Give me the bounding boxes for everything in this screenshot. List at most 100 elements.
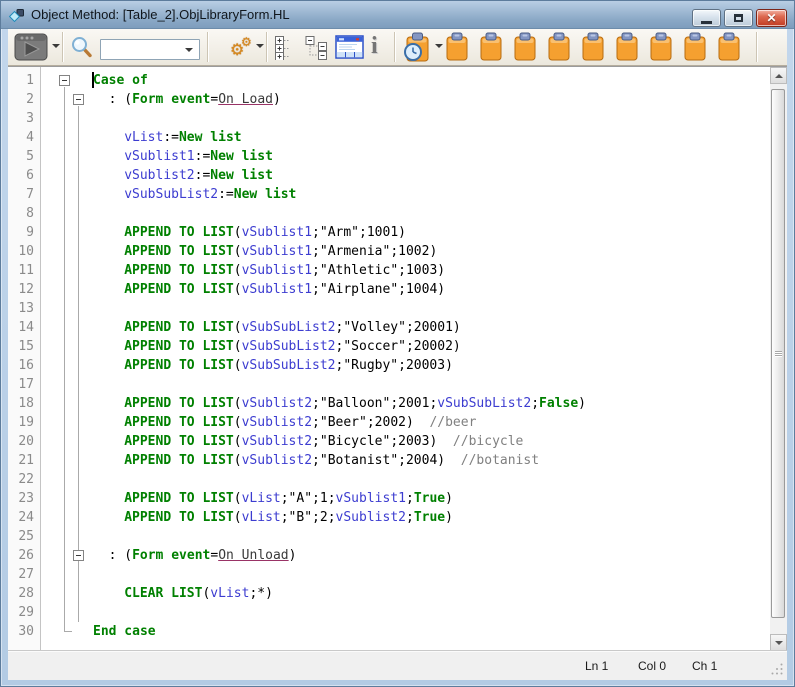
scrollbar-thumb[interactable] (771, 89, 785, 618)
line-number: 14 (8, 318, 41, 337)
line-number: 17 (8, 375, 41, 394)
code-line[interactable]: 3 (8, 109, 770, 128)
info-icon[interactable]: i (371, 34, 378, 58)
line-number: 11 (8, 261, 41, 280)
clipboard-5-icon[interactable] (580, 32, 606, 62)
line-number: 30 (8, 622, 41, 641)
code-line[interactable]: 5vSublist1:=New list (8, 147, 770, 166)
settings-dropdown-arrow[interactable] (256, 44, 264, 48)
code-line[interactable]: 22 (8, 470, 770, 489)
fold-toggle-line-2[interactable] (73, 94, 84, 105)
run-dropdown-arrow[interactable] (52, 44, 60, 48)
form-preview-icon[interactable] (335, 35, 365, 60)
code-line[interactable]: 12APPEND TO LIST(vSublist1;"Airplane";10… (8, 280, 770, 299)
line-number: 5 (8, 147, 41, 166)
scroll-up-button[interactable] (770, 67, 787, 84)
code-line[interactable]: 11APPEND TO LIST(vSublist1;"Athletic";10… (8, 261, 770, 280)
fold-line-outer (64, 87, 65, 631)
code-line[interactable]: 25 (8, 527, 770, 546)
line-number: 8 (8, 204, 41, 223)
close-button[interactable]: ✕ (756, 9, 787, 27)
clipboard-8-icon[interactable] (682, 32, 708, 62)
code-line[interactable]: 7vSubSubList2:=New list (8, 185, 770, 204)
toolbar-separator (266, 32, 267, 62)
clipboard-6-icon[interactable] (614, 32, 640, 62)
resize-grip[interactable] (771, 663, 784, 676)
code-text (41, 204, 770, 223)
code-text: APPEND TO LIST(vSublist1;"Athletic";1003… (41, 261, 770, 280)
search-icon (70, 36, 94, 60)
code-line[interactable]: 16APPEND TO LIST(vSubSubList2;"Rugby";20… (8, 356, 770, 375)
code-line[interactable]: 8 (8, 204, 770, 223)
code-line[interactable]: 21APPEND TO LIST(vSublist2;"Botanist";20… (8, 451, 770, 470)
code-line[interactable]: 20APPEND TO LIST(vSublist2;"Bicycle";200… (8, 432, 770, 451)
line-number: 7 (8, 185, 41, 204)
minimize-button[interactable] (692, 9, 721, 27)
search-input[interactable] (103, 41, 183, 58)
line-number: 23 (8, 489, 41, 508)
clipboard-menu-dropdown-arrow[interactable] (435, 44, 443, 48)
toolbar: ⚙ ⚙ i (8, 29, 787, 66)
line-number: 9 (8, 223, 41, 242)
code-line[interactable]: 23APPEND TO LIST(vList;"A";1;vSublist1;T… (8, 489, 770, 508)
clipboard-4-icon[interactable] (546, 32, 572, 62)
code-text: APPEND TO LIST(vSublist1;"Armenia";1002) (41, 242, 770, 261)
scroll-down-button[interactable] (770, 634, 787, 651)
code-line[interactable]: 27 (8, 565, 770, 584)
line-number: 13 (8, 299, 41, 318)
code-line[interactable]: 17 (8, 375, 770, 394)
code-line[interactable]: 19APPEND TO LIST(vSublist2;"Beer";2002) … (8, 413, 770, 432)
code-line[interactable]: 4vList:=New list (8, 128, 770, 147)
code-text: vSublist1:=New list (41, 147, 770, 166)
line-number: 12 (8, 280, 41, 299)
maximize-button[interactable] (724, 9, 753, 27)
code-line[interactable]: 28CLEAR LIST(vList;*) (8, 584, 770, 603)
code-line[interactable]: 18APPEND TO LIST(vSublist2;"Balloon";200… (8, 394, 770, 413)
vertical-scrollbar[interactable] (770, 66, 787, 650)
method-editor-window: Object Method: [Table_2].ObjLibraryForm.… (0, 0, 795, 687)
fold-toggle-line-26[interactable] (73, 550, 84, 561)
code-text: CLEAR LIST(vList;*) (41, 584, 770, 603)
status-column: Col 0 (638, 659, 666, 673)
code-lines: 1Case of2: (Form event=On Load)34vList:=… (8, 71, 770, 641)
code-line[interactable]: 14APPEND TO LIST(vSubSubList2;"Volley";2… (8, 318, 770, 337)
clipboard-clock-icon[interactable] (402, 32, 432, 63)
code-line[interactable]: 6vSublist2:=New list (8, 166, 770, 185)
search-combobox[interactable] (100, 39, 200, 60)
line-number: 25 (8, 527, 41, 546)
code-line[interactable]: 9APPEND TO LIST(vSublist1;"Arm";1001) (8, 223, 770, 242)
fold-toggle-line-1[interactable] (59, 75, 70, 86)
code-line[interactable]: 30End case (8, 622, 770, 641)
collapse-all-icon[interactable] (304, 36, 330, 60)
code-text (41, 603, 770, 622)
clipboard-9-icon[interactable] (716, 32, 742, 62)
clipboard-2-icon[interactable] (478, 32, 504, 62)
line-number: 21 (8, 451, 41, 470)
line-number: 20 (8, 432, 41, 451)
title-bar[interactable]: Object Method: [Table_2].ObjLibraryForm.… (1, 1, 794, 29)
code-line[interactable]: 2: (Form event=On Load) (8, 90, 770, 109)
code-text: vList:=New list (41, 128, 770, 147)
clipboard-3-icon[interactable] (512, 32, 538, 62)
code-line[interactable]: 10APPEND TO LIST(vSublist1;"Armenia";100… (8, 242, 770, 261)
run-method-icon[interactable] (14, 33, 48, 61)
line-number: 24 (8, 508, 41, 527)
code-editor[interactable]: 1Case of2: (Form event=On Load)34vList:=… (8, 66, 770, 650)
fold-line-inner (78, 106, 79, 622)
code-text: : (Form event=On Unload) (41, 546, 770, 565)
search-dropdown-arrow[interactable] (185, 48, 193, 52)
code-line[interactable]: 26: (Form event=On Unload) (8, 546, 770, 565)
code-line[interactable]: 15APPEND TO LIST(vSubSubList2;"Soccer";2… (8, 337, 770, 356)
expand-all-icon[interactable] (274, 36, 298, 60)
minimize-icon (701, 21, 712, 24)
clipboard-1-icon[interactable] (444, 32, 470, 62)
code-line[interactable]: 24APPEND TO LIST(vList;"B";2;vSublist2;T… (8, 508, 770, 527)
line-number: 2 (8, 90, 41, 109)
clipboard-7-icon[interactable] (648, 32, 674, 62)
line-number: 27 (8, 565, 41, 584)
code-line[interactable]: 13 (8, 299, 770, 318)
code-line[interactable]: 1Case of (8, 71, 770, 90)
code-text: APPEND TO LIST(vSublist1;"Arm";1001) (41, 223, 770, 242)
code-text (41, 375, 770, 394)
code-line[interactable]: 29 (8, 603, 770, 622)
